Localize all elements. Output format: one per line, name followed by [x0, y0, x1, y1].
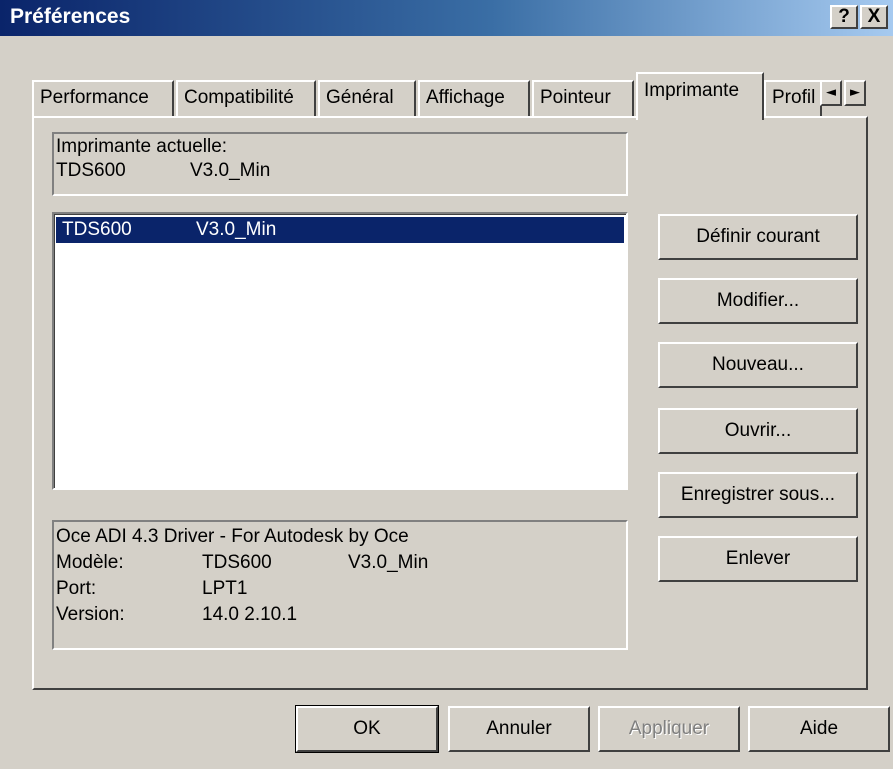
tab-scroll-right-icon[interactable]: ►: [844, 80, 866, 106]
list-item-model: V3.0_Min: [196, 219, 277, 240]
port-value: LPT1: [202, 578, 248, 599]
version-label: Version:: [56, 604, 125, 625]
new-button[interactable]: Nouveau...: [658, 342, 858, 388]
set-current-button[interactable]: Définir courant: [658, 214, 858, 260]
current-printer-box: Imprimante actuelle: TDS600 V3.0_Min: [52, 132, 628, 196]
model-label: Modèle:: [56, 552, 124, 573]
printer-list[interactable]: TDS600 V3.0_Min: [52, 212, 628, 490]
modify-button[interactable]: Modifier...: [658, 278, 858, 324]
port-label: Port:: [56, 578, 97, 599]
help-button[interactable]: Aide: [748, 706, 890, 752]
current-printer-model: V3.0_Min: [190, 160, 271, 181]
open-button[interactable]: Ouvrir...: [658, 408, 858, 454]
tab-imprimante[interactable]: Imprimante: [636, 72, 764, 120]
current-printer-heading: Imprimante actuelle:: [56, 136, 228, 157]
apply-button[interactable]: Appliquer: [598, 706, 740, 752]
printer-details-box: Oce ADI 4.3 Driver - For Autodesk by Oce…: [52, 520, 628, 650]
tab-general[interactable]: Général: [318, 80, 416, 116]
help-icon[interactable]: ?: [830, 5, 858, 29]
cancel-button[interactable]: Annuler: [448, 706, 590, 752]
title-bar[interactable]: Préférences ? X: [0, 0, 893, 36]
tab-pointeur[interactable]: Pointeur: [532, 80, 634, 116]
tab-profil[interactable]: Profil: [764, 80, 822, 116]
tab-compatibilite[interactable]: Compatibilité: [176, 80, 316, 116]
driver-description: Oce ADI 4.3 Driver - For Autodesk by Oce: [56, 526, 409, 547]
preferences-dialog: Préférences ? X Performance Compatibilit…: [0, 0, 893, 769]
model-version: V3.0_Min: [348, 552, 429, 573]
model-name: TDS600: [202, 552, 272, 573]
tab-affichage[interactable]: Affichage: [418, 80, 530, 116]
ok-button[interactable]: OK: [295, 705, 439, 753]
version-value: 14.0 2.10.1: [202, 604, 298, 625]
remove-button[interactable]: Enlever: [658, 536, 858, 582]
tab-scroll-left-icon[interactable]: ◄: [820, 80, 842, 106]
tab-performance[interactable]: Performance: [32, 80, 174, 116]
close-icon[interactable]: X: [860, 5, 888, 29]
tab-strip: Performance Compatibilité Général Affich…: [0, 72, 893, 120]
save-as-button[interactable]: Enregistrer sous...: [658, 472, 858, 518]
list-item[interactable]: TDS600 V3.0_Min: [56, 217, 624, 243]
window-title: Préférences: [10, 5, 131, 28]
current-printer-name: TDS600: [56, 160, 126, 181]
list-item-name: TDS600: [62, 219, 132, 240]
